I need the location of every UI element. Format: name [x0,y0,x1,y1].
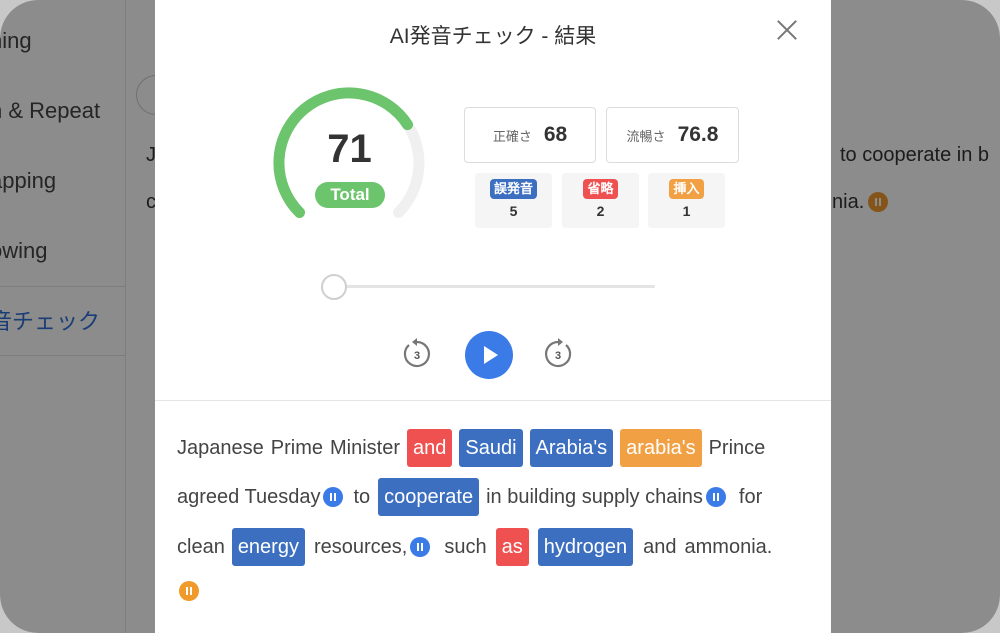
play-button[interactable] [465,331,513,379]
mispronunciation-count: 誤発音 5 [475,173,552,228]
insertion-badge: 挿入 [669,179,704,199]
word[interactable]: and [643,536,676,559]
divider [155,400,831,401]
modal-title: AI発音チェック - 結果 [389,25,597,48]
error-count: 1 [682,203,691,219]
pause-marker-icon[interactable] [705,487,726,507]
play-icon [484,346,498,364]
word-mispronounced[interactable]: Saudi [459,429,523,467]
stat-value: 68 [543,123,568,146]
stat-label: 流暢さ [626,128,666,144]
error-count: 2 [596,203,605,219]
close-icon[interactable] [773,16,801,44]
pause-marker-icon[interactable] [179,581,199,601]
word[interactable]: clean [177,536,225,559]
word[interactable]: resources, [314,536,407,559]
word[interactable]: ammonia. [685,536,773,559]
word[interactable]: agreed Tuesday [177,486,320,509]
word-mispronounced[interactable]: energy [231,528,305,566]
pause-marker-icon[interactable] [410,537,431,557]
word-mispronounced[interactable]: hydrogen [537,528,634,566]
word-omission[interactable]: as [495,528,529,566]
transcript-line-3: clean energy resources, such as hydrogen… [177,527,772,567]
audio-progress-handle[interactable] [321,274,347,300]
error-count: 5 [509,203,518,219]
word-insertion[interactable]: arabia's [620,429,702,467]
omission-badge: 省略 [583,179,618,199]
word[interactable]: such [444,536,486,559]
stat-label: 正確さ [492,128,532,144]
mispronunciation-badge: 誤発音 [489,179,537,199]
app-frame: ning n & Repeat apping owing 音チェック J to … [0,0,1000,633]
rewind-seconds: 3 [414,350,420,362]
rewind-3s-icon[interactable]: 3 [400,337,434,371]
word[interactable]: Prime [271,437,323,460]
pause-marker-icon[interactable] [323,487,344,507]
fluency-stat: 流暢さ 76.8 [606,107,739,163]
transcript-line-1: Japanese Prime Minister and Saudi Arabia… [177,428,765,468]
omission-count: 省略 2 [562,173,639,228]
word[interactable]: in building supply chains [486,486,703,509]
insertion-count: 挿入 1 [648,173,725,228]
audio-progress-track[interactable] [333,285,655,288]
word-mispronounced[interactable]: Arabia's [529,429,614,467]
accuracy-stat: 正確さ 68 [464,107,596,163]
forward-3s-icon[interactable]: 3 [541,337,575,371]
word[interactable]: Minister [330,437,400,460]
word[interactable]: for [739,486,762,509]
total-score-value: 71 [327,127,372,171]
word-mispronounced[interactable]: cooperate [378,478,480,516]
word-omission[interactable]: and [407,429,453,467]
result-modal: AI発音チェック - 結果 71 Total 正確さ 68 流暢さ 76.8 誤… [155,0,831,633]
word[interactable]: Japanese [177,437,264,460]
word[interactable]: Prince [709,437,766,460]
word[interactable]: to [353,486,370,509]
transcript-line-2: agreed Tuesday to cooperate in building … [177,477,762,517]
stat-value: 76.8 [677,123,719,146]
forward-seconds: 3 [555,350,561,362]
total-label: Total [315,182,385,208]
